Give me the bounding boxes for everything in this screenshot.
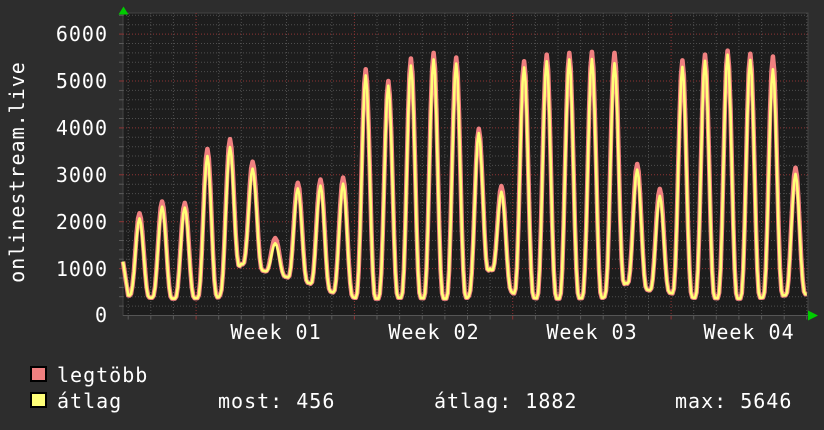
x-axis-label-week-02: Week 02	[388, 320, 480, 344]
x-axis-label-week-01: Week 01	[230, 320, 322, 344]
y-axis-label-6000: 6000	[55, 22, 108, 46]
y-axis-label-5000: 5000	[55, 69, 108, 93]
legend-label-legtobb: legtöbb	[57, 363, 149, 387]
x-axis-label-week-04: Week 04	[703, 320, 795, 344]
y-axis-label-3000: 3000	[55, 163, 108, 187]
y-axis-label-2000: 2000	[55, 210, 108, 234]
stat-max: max: 5646	[675, 389, 793, 413]
legend-swatch-legtobb-icon	[30, 366, 47, 382]
rrd-graph-page: { "vertical_title": "onlinestream.live",…	[0, 0, 824, 430]
legend-swatch-atlag-icon	[30, 392, 47, 408]
graph-canvas	[118, 6, 818, 321]
y-axis-label-1000: 1000	[55, 257, 108, 281]
y-axis-label-0: 0	[94, 303, 108, 327]
stat-atlag: átlag: 1882	[434, 389, 578, 413]
x-axis-arrow-icon	[808, 310, 818, 321]
y-axis-arrow-icon	[118, 6, 129, 15]
y-axis-label-4000: 4000	[55, 116, 108, 140]
stat-most: most: 456	[218, 389, 336, 413]
legend-label-atlag: átlag	[57, 389, 123, 413]
x-axis-label-week-03: Week 03	[546, 320, 638, 344]
